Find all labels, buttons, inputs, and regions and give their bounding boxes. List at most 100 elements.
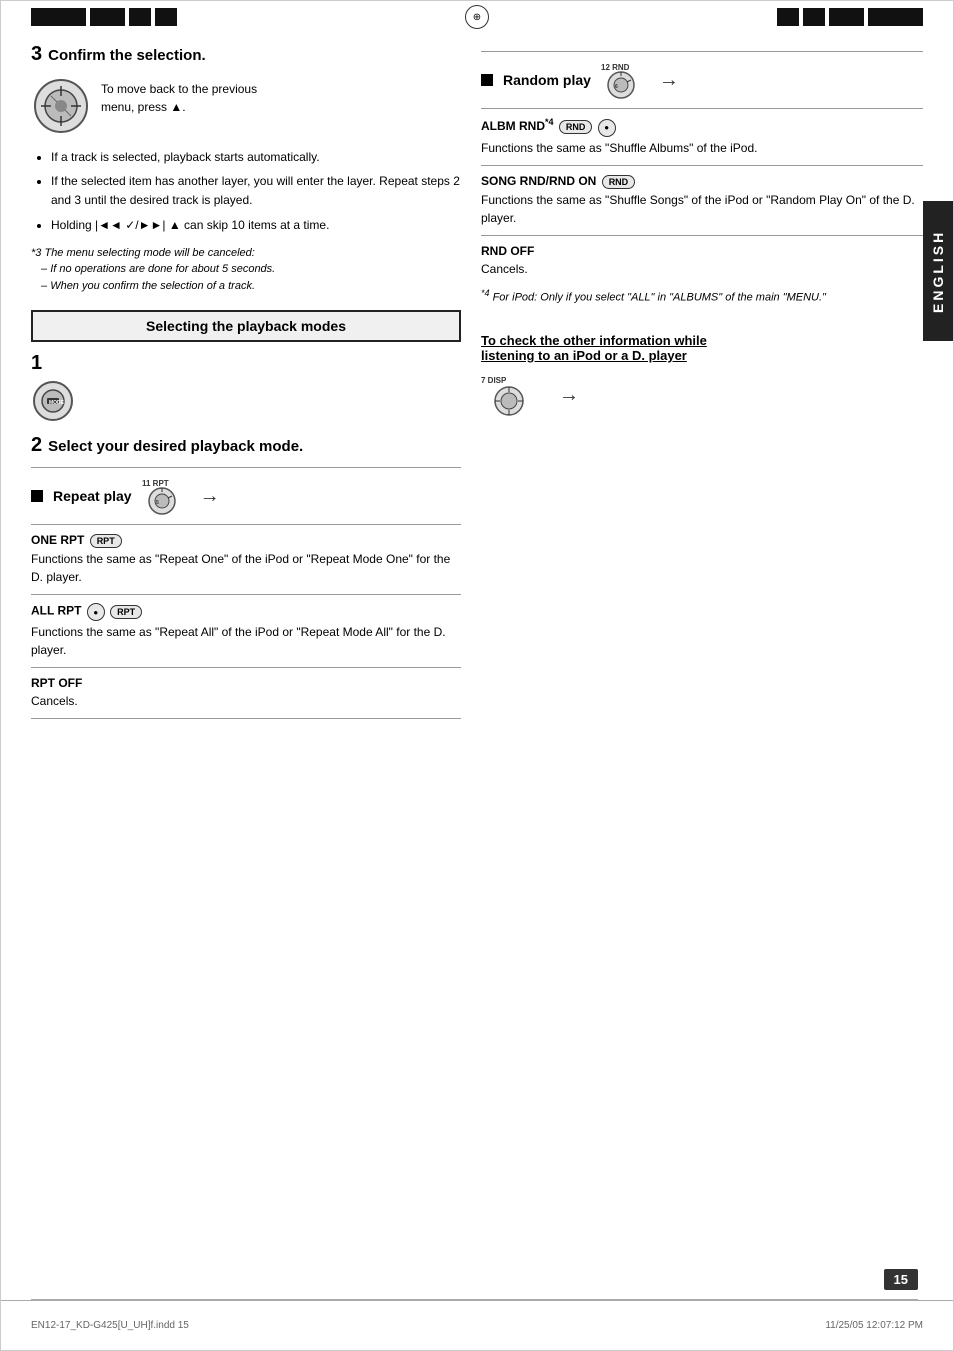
page: ⊕ 3 Confirm the selection.	[0, 0, 954, 1351]
random-play-header: Random play 12 RND 6 →	[481, 60, 923, 100]
english-sidebar: ENGLISH	[923, 201, 953, 341]
random-arrow: →	[659, 69, 679, 92]
disp-heading: To check the other information while lis…	[481, 333, 923, 363]
bullet-1: If a track is selected, playback starts …	[51, 148, 461, 167]
disp-knob-svg: 7 DISP	[481, 373, 551, 418]
note-item-1: – If no operations are done for about 5 …	[41, 263, 275, 275]
footnote4-label: *4	[481, 288, 490, 298]
song-rnd-badge: RND	[602, 175, 636, 189]
svg-text:12 RND: 12 RND	[601, 63, 630, 72]
step3-knob-svg	[31, 76, 91, 136]
main-content: 3 Confirm the selection.	[1, 33, 953, 749]
albm-rnd-desc: Functions the same as "Shuffle Albums" o…	[481, 139, 923, 157]
disp-arrow: →	[559, 384, 579, 407]
repeat-arrow: →	[200, 485, 220, 508]
divider-before-random	[481, 51, 923, 52]
footer-left: EN12-17_KD-G425[U_UH]f.indd 15	[31, 1320, 189, 1331]
repeat-knob-wrapper: 11 RPT 5 →	[142, 476, 220, 516]
step2-heading: 2 Select your desired playback mode.	[31, 434, 461, 457]
divider-3	[31, 667, 461, 668]
divider-before-repeat	[31, 467, 461, 468]
step3-instruction-line1: To move back to the previous	[101, 82, 257, 96]
step3-knob-area: To move back to the previous menu, press…	[31, 76, 461, 136]
repeat-square-bullet	[31, 490, 43, 502]
note-item-2: – When you confirm the selection of a tr…	[41, 280, 255, 292]
step3-number: 3	[31, 43, 42, 66]
random-play-section: Random play 12 RND 6 →	[481, 60, 923, 278]
bullet-2: If the selected item has another layer, …	[51, 172, 461, 210]
song-rnd-label: SONG RND/RND ON RND	[481, 174, 923, 189]
repeat-play-section: Repeat play 11 RPT 5 →	[31, 476, 461, 719]
rnd-off-desc: Cancels.	[481, 260, 923, 278]
bullet-3: Holding |◄◄ ✓/►►| ▲ can skip 10 items at…	[51, 216, 461, 235]
divider-6	[481, 165, 923, 166]
svg-text:7 DISP: 7 DISP	[481, 376, 507, 385]
note-label: *3	[31, 247, 41, 259]
bar-block-6	[803, 8, 825, 26]
footnote4-text: For iPod: Only if you select "ALL" in "A…	[493, 291, 826, 303]
divider-7	[481, 235, 923, 236]
sidebar-label: ENGLISH	[930, 229, 946, 312]
section-box: Selecting the playback modes	[31, 310, 461, 342]
footnote4: *4 For iPod: Only if you select "ALL" in…	[481, 288, 923, 304]
all-rpt-badge: RPT	[110, 605, 142, 619]
svg-text:5: 5	[156, 500, 159, 506]
svg-text:11 RPT: 11 RPT	[142, 479, 169, 488]
random-play-label: Random play	[503, 72, 591, 88]
all-rpt-desc: Functions the same as "Repeat All" of th…	[31, 623, 461, 659]
top-bar: ⊕	[1, 1, 953, 33]
bar-block-2	[90, 8, 125, 26]
page-number-box: 15	[884, 1269, 918, 1290]
bar-block-1	[31, 8, 86, 26]
bar-block-5	[777, 8, 799, 26]
disp-knob-wrapper: 7 DISP →	[481, 373, 923, 418]
bar-block-8	[868, 8, 923, 26]
note-text: The menu selecting mode will be canceled…	[44, 247, 254, 259]
step1-knob-wrapper: MODE	[31, 379, 461, 424]
albm-footnote: *4	[545, 117, 554, 127]
albm-cd-badge: ●	[598, 119, 616, 137]
page-number: 15	[894, 1272, 908, 1287]
rpt-off-label: RPT OFF	[31, 676, 461, 690]
random-knob-wrapper: 12 RND 6 →	[601, 60, 679, 100]
section-box-title: Selecting the playback modes	[146, 318, 346, 334]
disp-heading-line1: To check the other information while	[481, 333, 707, 348]
step1-area: 1 MODE	[31, 352, 461, 424]
divider-5	[481, 108, 923, 109]
step2-title: Select your desired playback mode.	[48, 438, 303, 455]
step3-instruction: To move back to the previous menu, press…	[101, 76, 257, 116]
divider-1	[31, 524, 461, 525]
svg-text:6: 6	[615, 84, 618, 90]
step2-number: 2	[31, 434, 42, 457]
random-knob-svg: 12 RND 6	[601, 60, 651, 100]
footer: EN12-17_KD-G425[U_UH]f.indd 15 11/25/05 …	[1, 1300, 953, 1350]
notes-section: *3 The menu selecting mode will be cance…	[31, 245, 461, 295]
one-rpt-label: ONE RPT RPT	[31, 533, 461, 548]
footer-right: 11/25/05 12:07:12 PM	[825, 1320, 923, 1331]
left-column: 3 Confirm the selection.	[31, 43, 461, 729]
mode-knob-svg: MODE	[31, 379, 86, 424]
step3-title: Confirm the selection.	[48, 47, 206, 64]
step3-bullets: If a track is selected, playback starts …	[51, 148, 461, 235]
all-rpt-label: ALL RPT ● RPT	[31, 603, 461, 621]
rnd-off-label: RND OFF	[481, 244, 923, 258]
rpt-off-desc: Cancels.	[31, 692, 461, 710]
divider-2	[31, 594, 461, 595]
divider-4	[31, 718, 461, 719]
right-column: Random play 12 RND 6 →	[481, 43, 923, 729]
bar-block-4	[155, 8, 177, 26]
bar-block-7	[829, 8, 864, 26]
song-rnd-desc: Functions the same as "Shuffle Songs" of…	[481, 191, 923, 227]
repeat-knob-svg: 11 RPT 5	[142, 476, 192, 516]
one-rpt-desc: Functions the same as "Repeat One" of th…	[31, 550, 461, 586]
repeat-play-header: Repeat play 11 RPT 5 →	[31, 476, 461, 516]
compass-center: ⊕	[181, 5, 773, 29]
repeat-play-label: Repeat play	[53, 488, 132, 504]
bar-block-3	[129, 8, 151, 26]
one-rpt-badge: RPT	[90, 534, 122, 548]
step3-instruction-line2: menu, press ▲.	[101, 100, 186, 114]
random-square-bullet	[481, 74, 493, 86]
albm-rnd-label: ALBM RND*4 RND ●	[481, 117, 923, 137]
disp-heading-line2: listening to an iPod or a D. player	[481, 348, 687, 363]
disp-section: To check the other information while lis…	[481, 333, 923, 418]
